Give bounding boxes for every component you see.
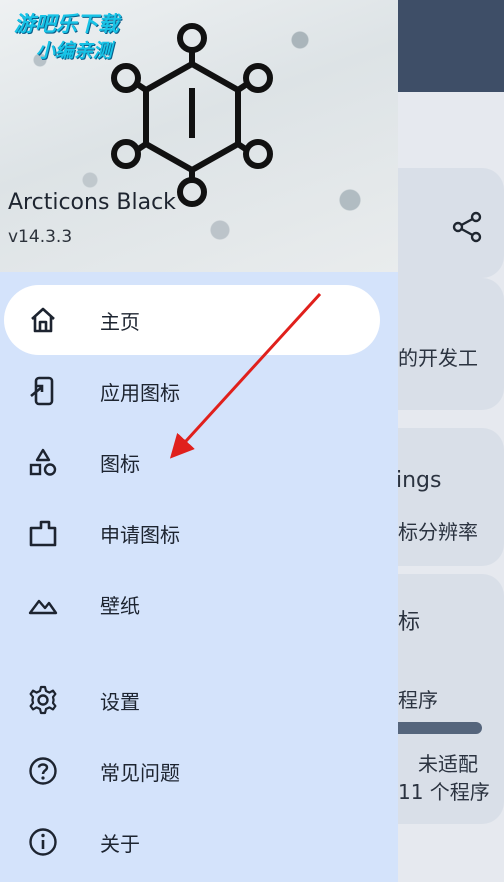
card-text: 未适配 [418,752,478,776]
app-name: Arcticons Black [8,190,176,215]
app-logo [111,23,273,207]
nav-item-apply-icons[interactable]: 应用图标 [4,356,380,426]
nav-item-faq[interactable]: 常见问题 [4,736,380,806]
card-subtitle: 标分辨率 [398,520,478,544]
nav-label: 壁纸 [100,594,140,618]
card-text: 的开发工 [398,346,478,370]
nav-item-about[interactable]: 关于 [4,807,380,877]
nav-item-request-icons[interactable]: 申请图标 [4,498,380,568]
home-icon [31,307,55,333]
shapes-icon [29,448,57,476]
apply-icon [30,376,54,406]
nav-item-settings[interactable]: 设置 [4,665,380,735]
drawer-header: 游吧乐下载 小编亲测 Arcticons Black v14.3.3 [0,0,398,272]
watermark-text: 小编亲测 [36,40,113,62]
request-icon [29,520,57,547]
card-title: ings [396,468,442,493]
nav-label: 关于 [100,832,140,856]
watermark-text: 游吧乐下载 [14,12,119,36]
nav-item-icons[interactable]: 图标 [4,427,380,497]
wallpaper-icon [28,599,58,615]
app-version: v14.3.3 [8,227,73,247]
card-text: 11 个程序 [398,780,490,804]
card-text: 程序 [398,688,438,712]
nav-label: 常见问题 [100,761,180,785]
navigation-drawer: 游吧乐下载 小编亲测 Arcticons Black v14.3.3 主页 应用… [0,0,398,882]
info-icon [29,828,57,856]
nav-item-wallpapers[interactable]: 壁纸 [4,569,380,639]
nav-label: 图标 [100,452,140,476]
nav-label: 设置 [100,690,140,714]
nav-label: 申请图标 [100,523,180,547]
nav-label: 主页 [100,310,140,334]
share-icon[interactable] [450,210,484,244]
help-icon [29,757,57,785]
nav-label: 应用图标 [100,381,180,405]
card-title: 标 [398,610,421,635]
gear-icon [29,685,57,715]
nav-item-home[interactable]: 主页 [4,285,380,355]
